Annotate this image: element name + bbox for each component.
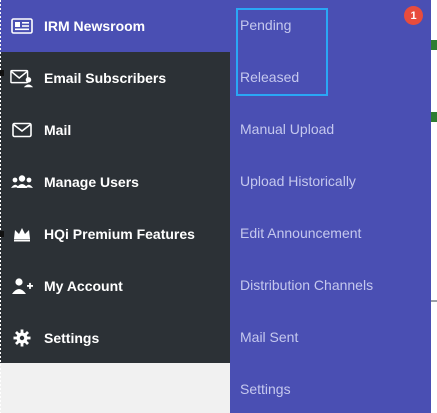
crown-icon	[10, 224, 34, 244]
edge-marker	[0, 70, 4, 76]
submenu-item-mail-sent[interactable]: Mail Sent	[240, 325, 430, 349]
email-subscribers-icon	[10, 68, 34, 88]
sidebar-item-mail[interactable]: Mail	[0, 104, 230, 156]
page-fragment	[431, 300, 437, 302]
sidebar-item-label: Settings	[44, 330, 100, 346]
submenu-item-distribution-channels[interactable]: Distribution Channels	[240, 273, 430, 297]
submenu-item-settings[interactable]: Settings	[240, 377, 430, 401]
sidebar-item-label: HQi Premium Features	[44, 226, 195, 242]
sidebar-dashed-edge	[0, 0, 1, 413]
sidebar-item-my-account[interactable]: My Account	[0, 260, 230, 312]
gear-icon	[10, 328, 34, 348]
newspaper-icon	[10, 16, 34, 36]
submenu-item-released[interactable]: Released	[240, 65, 430, 89]
edge-marker	[0, 231, 4, 237]
submenu-item-manual-upload[interactable]: Manual Upload	[240, 117, 430, 141]
page-fragment	[431, 40, 437, 50]
submenu-item-pending[interactable]: Pending	[240, 13, 430, 37]
sidebar-item-label: Manage Users	[44, 174, 139, 190]
user-add-icon	[10, 276, 34, 296]
sidebar-item-hqi-premium-features[interactable]: HQi Premium Features	[0, 208, 230, 260]
irm-newsroom-submenu: Pending Released Manual Upload Upload Hi…	[230, 0, 431, 413]
submenu-item-edit-announcement[interactable]: Edit Announcement	[240, 221, 430, 245]
sidebar-item-settings[interactable]: Settings	[0, 312, 230, 364]
notification-badge[interactable]: 1	[404, 6, 423, 25]
main-sidebar: IRM Newsroom Email Subscribers Mail Mana…	[0, 0, 230, 363]
page-fragment	[431, 112, 437, 122]
sidebar-item-irm-newsroom[interactable]: IRM Newsroom	[0, 0, 230, 52]
sidebar-item-label: IRM Newsroom	[44, 18, 146, 34]
mail-icon	[10, 120, 34, 140]
sidebar-item-label: Email Subscribers	[44, 70, 167, 86]
sidebar-item-email-subscribers[interactable]: Email Subscribers	[0, 52, 230, 104]
submenu-item-upload-historically[interactable]: Upload Historically	[240, 169, 430, 193]
page-background-right	[431, 0, 437, 413]
users-icon	[10, 172, 34, 192]
sidebar-item-manage-users[interactable]: Manage Users	[0, 156, 230, 208]
sidebar-item-label: My Account	[44, 278, 123, 294]
sidebar-item-label: Mail	[44, 122, 72, 138]
